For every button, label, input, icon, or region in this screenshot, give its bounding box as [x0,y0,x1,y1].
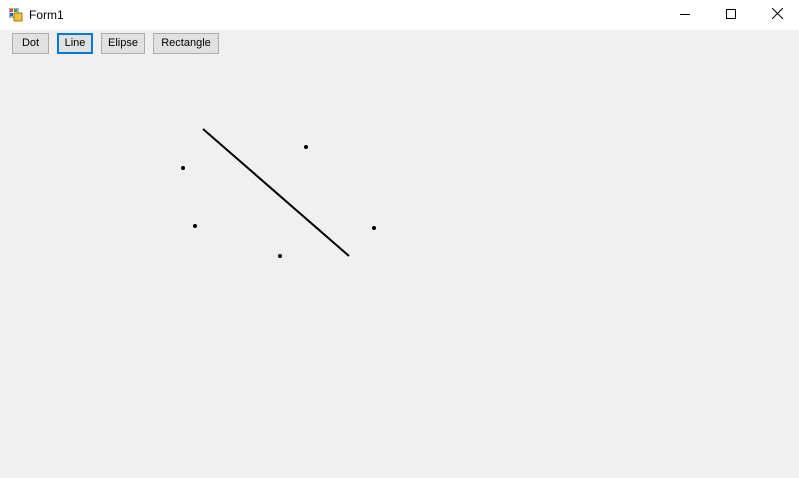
form1-window: Form1 Dot Line Elipse Rectangle [0,0,799,478]
drawn-dot [193,224,197,228]
maximize-icon [726,6,736,24]
drawn-line [202,128,350,257]
drawing-canvas[interactable] [0,30,799,478]
minimize-button[interactable] [662,0,708,30]
elipse-button[interactable]: Elipse [101,33,145,54]
window-title: Form1 [29,8,64,22]
line-button[interactable]: Line [57,33,93,54]
title-bar[interactable]: Form1 [0,0,799,30]
maximize-button[interactable] [708,0,754,30]
close-icon [771,6,783,24]
minimize-icon [680,6,690,24]
form-client-area: Dot Line Elipse Rectangle [0,30,799,478]
drawn-dot [372,226,376,230]
winforms-app-icon [8,7,23,22]
rectangle-button[interactable]: Rectangle [153,33,219,54]
drawn-dot [304,145,308,149]
drawn-dot [278,254,282,258]
dot-button[interactable]: Dot [12,33,49,54]
close-button[interactable] [754,0,799,30]
drawn-dot [181,166,185,170]
